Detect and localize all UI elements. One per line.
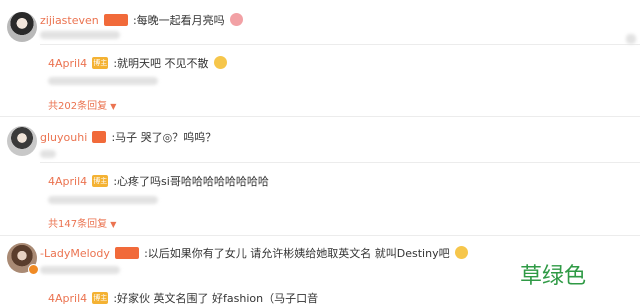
reply-username[interactable]: 4April4 bbox=[48, 57, 87, 70]
comment-line: -LadyMelody :以后如果你有了女儿 请允许彬姨给她取英文名 就叫Des… bbox=[40, 242, 468, 261]
emoji-shy-icon bbox=[229, 13, 243, 26]
emoji-smile-icon bbox=[454, 246, 468, 259]
overlay-label: 草绿色 bbox=[520, 264, 587, 289]
author-badge: 博主 bbox=[92, 174, 109, 187]
comment-text: :马子 哭了◎？呜呜？ bbox=[111, 131, 217, 144]
reply-username[interactable]: 4April4 bbox=[48, 175, 87, 188]
chevron-down-icon: ▼ bbox=[110, 220, 117, 229]
divider bbox=[0, 116, 640, 117]
blurred-timestamp bbox=[40, 150, 56, 158]
verified-badge-icon bbox=[28, 264, 39, 275]
reply-username[interactable]: 4April4 bbox=[48, 292, 87, 305]
username[interactable]: zijiasteven bbox=[40, 14, 99, 27]
avatar[interactable] bbox=[7, 12, 37, 42]
more-label: 共147条回复 bbox=[48, 219, 108, 230]
avatar[interactable] bbox=[7, 126, 37, 156]
divider bbox=[40, 162, 640, 163]
reply-line: 4April4 博主 :好家伙 英文名围了 好fashion（马子口音 bbox=[48, 287, 318, 306]
more-label: 共202条回复 bbox=[48, 101, 108, 112]
reply-text: :就明天吧 不见不散 bbox=[113, 57, 209, 70]
blurred-timestamp bbox=[40, 31, 120, 39]
divider bbox=[40, 44, 640, 45]
username[interactable]: gluyouhi bbox=[40, 131, 87, 144]
chevron-down-icon: ▼ bbox=[110, 102, 117, 111]
reply-text: :心疼了吗si哥哈哈哈哈哈哈哈哈 bbox=[113, 175, 269, 188]
member-badge bbox=[92, 130, 107, 143]
blurred-icon bbox=[626, 34, 636, 44]
divider bbox=[0, 235, 640, 236]
comment-text: :每晚一起看月亮吗 bbox=[132, 14, 225, 27]
blurred-timestamp bbox=[40, 266, 120, 274]
author-badge: 博主 bbox=[92, 291, 109, 304]
emoji-smile-icon bbox=[213, 56, 227, 69]
blurred-reply-meta bbox=[48, 196, 158, 204]
comment-line: gluyouhi :马子 哭了◎？呜呜？ bbox=[40, 126, 216, 145]
view-more-replies[interactable]: 共147条回复 ▼ bbox=[48, 215, 116, 230]
reply-line: 4April4 博主 :心疼了吗si哥哈哈哈哈哈哈哈哈 bbox=[48, 170, 269, 189]
member-badge bbox=[114, 246, 139, 259]
reply-text: :好家伙 英文名围了 好fashion（马子口音 bbox=[113, 292, 319, 305]
reply-line: 4April4 博主 :就明天吧 不见不散 bbox=[48, 52, 227, 71]
blurred-reply-meta bbox=[48, 77, 158, 85]
comment-line: zijiasteven :每晚一起看月亮吗 bbox=[40, 9, 243, 28]
comment-text: :以后如果你有了女儿 请允许彬姨给她取英文名 就叫Destiny吧 bbox=[144, 247, 450, 260]
author-badge: 博主 bbox=[92, 56, 109, 69]
username[interactable]: -LadyMelody bbox=[40, 247, 110, 260]
member-badge bbox=[103, 13, 128, 26]
view-more-replies[interactable]: 共202条回复 ▼ bbox=[48, 97, 116, 112]
